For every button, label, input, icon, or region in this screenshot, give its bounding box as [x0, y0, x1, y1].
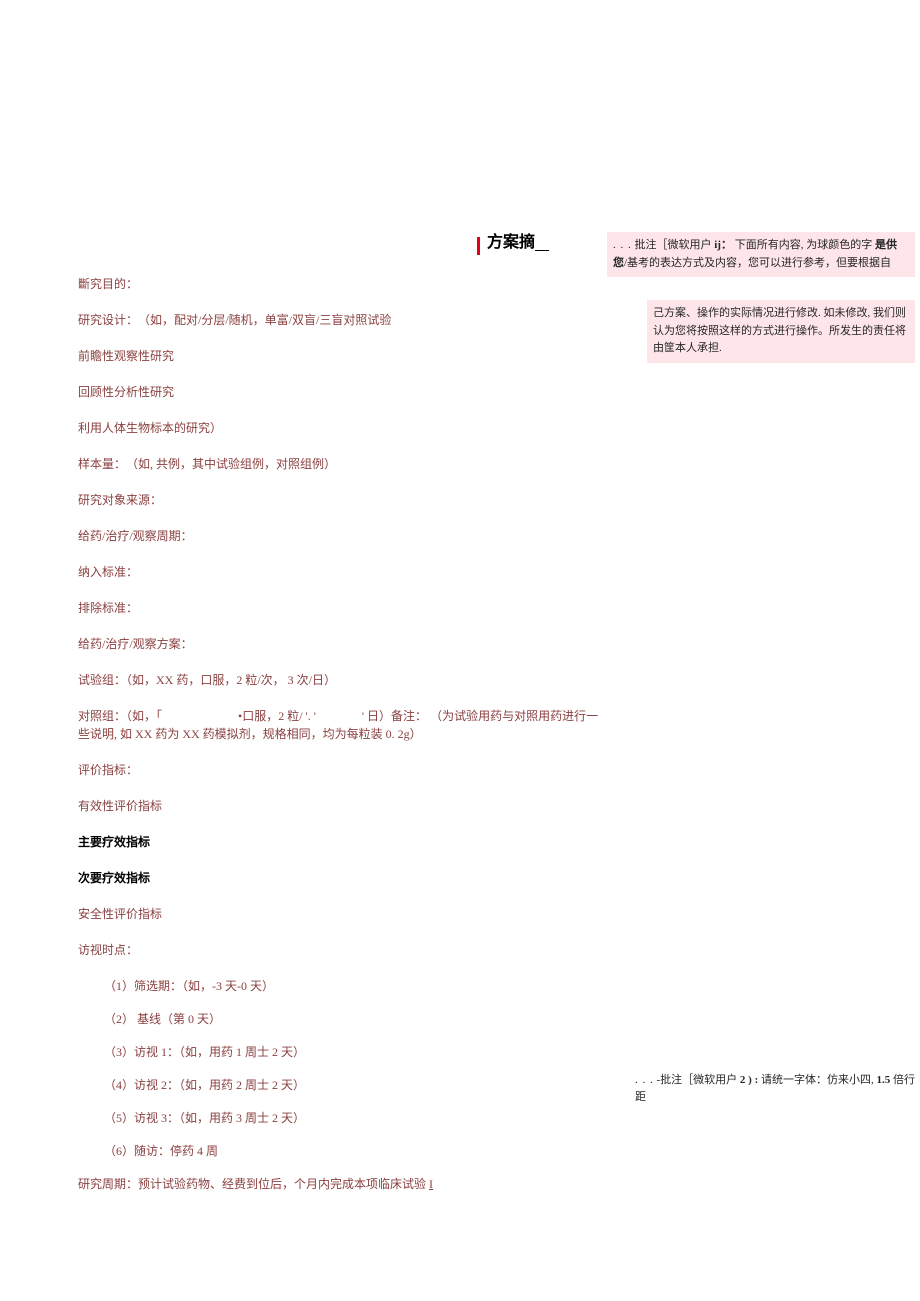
trial-group-line: 试验组：（如，XX 药，口服，2 粒/次， 3 次/日） — [78, 671, 608, 689]
visit-time-line: 访视时点： — [78, 941, 608, 959]
study-period-line: 研究周期：预计试验药物、经费到位后，个月内完成本项临床试验 I — [78, 1175, 608, 1193]
comment1-label-prefix: 批注［微软用户 — [635, 239, 712, 251]
comment2-text-bold: 1.5 — [877, 1074, 891, 1086]
comment1-label-bold: ij： — [714, 239, 732, 251]
sample-line: 样本量： （如, 共例，其中试验组例，对照组例） — [78, 455, 608, 473]
comment-balloon-1b: 己方案、操作的实际情况进行修改. 如未修改, 我们则认为您将按照这样的方式进行操… — [647, 300, 915, 363]
visit4-line: （4）访视 2：（如，用药 2 周士 2 天） — [78, 1076, 608, 1094]
inclusion-line: 纳入标准： — [78, 563, 608, 581]
secondary-efficacy-line: 次要疗效指标 — [78, 869, 608, 887]
prospective-line: 前瞻性观察性研究 — [78, 347, 608, 365]
comment2-text: 请统一字体：仿来小四, — [761, 1074, 874, 1086]
visit3-line: （3）访视 1：（如，用药 1 周士 2 天） — [78, 1043, 608, 1061]
control-group-end: ' 日）备注： — [362, 709, 427, 723]
retrospective-line: 回顾性分析性研究 — [78, 383, 608, 401]
comment1-text1: 下面所有内容, 为球颜色的字 — [735, 239, 873, 251]
comment2-label-bold: 2 ) : — [740, 1074, 758, 1086]
study-period-label: 研究周期： — [78, 1177, 138, 1191]
efficacy-eval-line: 有效性评价指标 — [78, 797, 608, 815]
control-group-prefix: 对照组：（如，「 — [78, 709, 162, 723]
control-group-line: 对照组：（如，「 •口服，2 粒/ '. ' ' 日）备注： （为试验用药与对照… — [78, 707, 608, 743]
safety-eval-line: 安全性评价指标 — [78, 905, 608, 923]
comment1-text2: /基考的表达方式及内容，您可以进行参考，但要根据自 — [624, 257, 891, 269]
comment1-dots: . . . — [613, 239, 632, 251]
biospecimen-line: 利用人体生物标本的研究） — [78, 419, 608, 437]
purpose-line: 斷究目的： — [78, 275, 608, 293]
title-underline — [535, 250, 549, 251]
primary-efficacy-line: 主要疗效指标 — [78, 833, 608, 851]
comment-balloon-2: . . . -批注［微软用户 2 ) : 请统一字体：仿来小四, 1.5 倍行距 — [635, 1072, 920, 1105]
plan-line: 给药/治疗/观察方案： — [78, 635, 608, 653]
title-text: 方案摘 — [487, 234, 535, 251]
comment2-label: -批注［微软用户 — [657, 1074, 738, 1086]
exclusion-line: 排除标准： — [78, 599, 608, 617]
control-group-mid: •口服，2 粒/ '. ' — [238, 709, 316, 723]
design-line: 研究设计： （如，配对/分层/随机，单富/双盲/三盲对照试验 — [78, 311, 608, 329]
visit1-line: （1）筛选期：（如，-3 天-0 天） — [78, 977, 608, 995]
visit6-line: （6）随访：停药 4 周 — [78, 1142, 608, 1160]
comment-balloon-1: . . . 批注［微软用户 ij： 下面所有内容, 为球颜色的字 是供您/基考的… — [607, 232, 915, 277]
title-accent-bar — [477, 237, 480, 255]
visit2-line: （2） 基线（第 0 天） — [78, 1010, 608, 1028]
study-period-end-char: I — [429, 1177, 433, 1191]
comment1b-text1: 己方案、操作的实际情况进行修改. 如未修改, 我们则认为您将按照这样的方式进行操… — [653, 307, 906, 354]
source-line: 研究对象来源： — [78, 491, 608, 509]
visit5-line: （5）访视 3：（如，用药 3 周士 2 天） — [78, 1109, 608, 1127]
comment2-dots: . . . — [635, 1074, 654, 1086]
eval-line: 评价指标： — [78, 761, 608, 779]
period-line: 给药/治疗/观察周期： — [78, 527, 608, 545]
study-period-text: 预计试验药物、经费到位后，个月内完成本项临床试验 — [138, 1177, 426, 1191]
